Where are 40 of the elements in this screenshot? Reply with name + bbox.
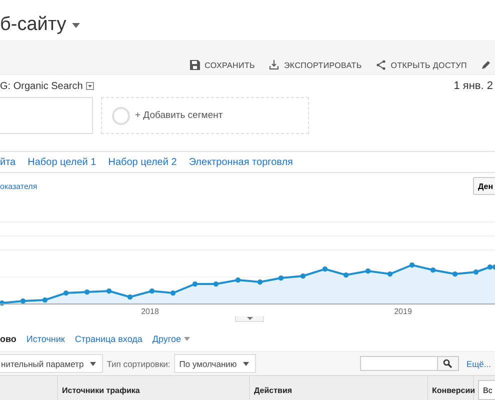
date-range[interactable]: 1 янв. 2 bbox=[454, 80, 493, 92]
dimension-tab[interactable]: ово bbox=[0, 334, 16, 344]
search-field[interactable] bbox=[360, 356, 438, 371]
segment-label: G: Organic Search bbox=[0, 80, 83, 92]
explorer-tab[interactable]: йта bbox=[0, 152, 16, 172]
metric-link[interactable]: оказателя bbox=[0, 182, 38, 190]
explorer-tab[interactable]: Электронная торговля bbox=[188, 152, 293, 172]
dimension-tab[interactable]: Источник bbox=[26, 334, 65, 344]
column-header: Конверсии bbox=[432, 386, 476, 394]
dimension-tab[interactable]: Другое bbox=[152, 334, 190, 344]
axis-label: 2018 bbox=[141, 307, 159, 316]
export-button[interactable]: ЭКСПОРТИРОВАТЬ bbox=[268, 60, 362, 70]
caret-icon bbox=[90, 362, 96, 366]
dimension-tab[interactable]: Страница входа bbox=[74, 334, 142, 344]
share-button[interactable]: ОТКРЫТЬ ДОСТУП bbox=[376, 60, 467, 70]
interval-button[interactable]: Ден bbox=[473, 177, 495, 195]
column-header: Действия bbox=[254, 386, 292, 394]
download-icon bbox=[268, 60, 279, 70]
edit-button[interactable] bbox=[481, 60, 491, 70]
add-segment-button[interactable]: + Добавить сегмент bbox=[101, 97, 309, 134]
secondary-dimension-dropdown[interactable]: нительный параметр bbox=[0, 354, 103, 373]
caret-icon bbox=[242, 362, 249, 366]
dropdown-icon[interactable] bbox=[86, 82, 94, 90]
page-title: б-сайту bbox=[0, 14, 66, 36]
caret-icon[interactable] bbox=[72, 22, 80, 28]
sort-label: Тип сортировки: bbox=[106, 358, 170, 368]
search-button[interactable] bbox=[438, 356, 459, 371]
collapse-handle[interactable] bbox=[235, 316, 264, 322]
explorer-tab[interactable]: Набор целей 2 bbox=[108, 152, 177, 172]
conversions-dropdown[interactable]: Вс bbox=[478, 380, 495, 400]
column-header: Источники трафика bbox=[62, 386, 140, 394]
save-button[interactable]: СОХРАНИТЬ bbox=[190, 60, 255, 70]
axis-label: 2019 bbox=[394, 307, 412, 316]
share-icon bbox=[376, 60, 386, 70]
search-icon bbox=[443, 359, 452, 368]
more-link[interactable]: Ещё... bbox=[466, 358, 491, 368]
pencil-icon bbox=[481, 60, 491, 70]
sort-dropdown[interactable]: По умолчанию bbox=[174, 354, 256, 373]
caret-icon bbox=[184, 337, 190, 341]
explorer-tab[interactable]: Набор целей 1 bbox=[28, 152, 96, 172]
